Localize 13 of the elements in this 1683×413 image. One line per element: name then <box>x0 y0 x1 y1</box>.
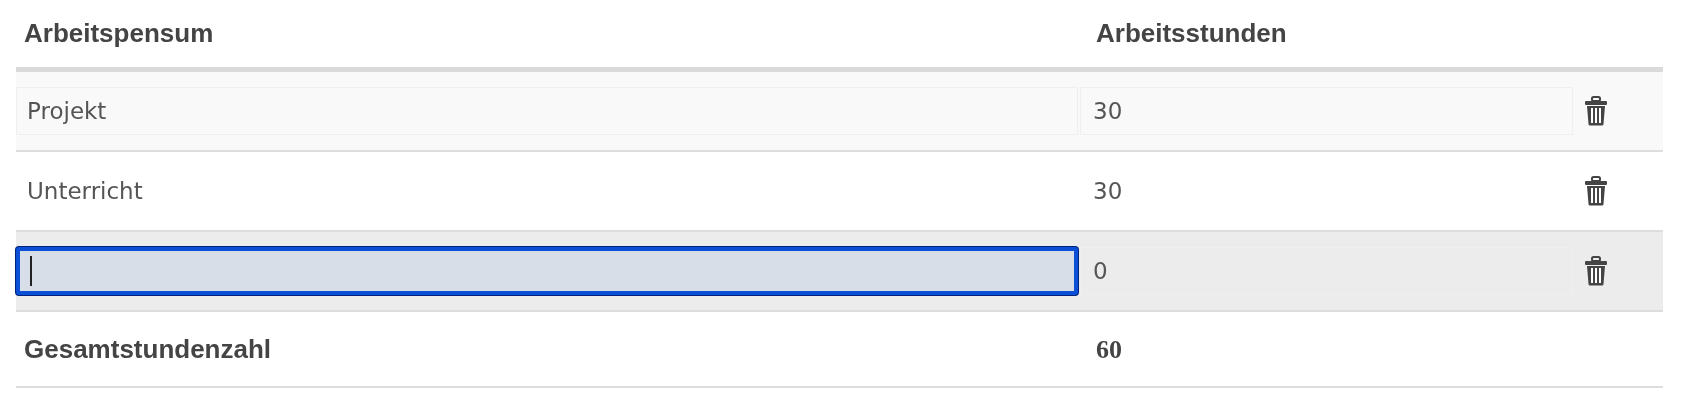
hours-field[interactable]: 30 <box>1080 87 1573 135</box>
trash-icon[interactable] <box>1583 96 1609 126</box>
name-field[interactable]: Unterricht <box>16 167 1078 215</box>
text-caret <box>30 256 32 286</box>
trash-icon[interactable] <box>1583 256 1609 286</box>
trash-icon[interactable] <box>1583 176 1609 206</box>
hours-field[interactable]: 30 <box>1080 167 1573 215</box>
name-field[interactable] <box>16 247 1078 295</box>
name-field[interactable]: Projekt <box>16 87 1078 135</box>
column-header: Arbeitspensum <box>24 18 214 48</box>
total-label: Gesamtstundenzahl <box>24 333 272 364</box>
column-header: Arbeitsstunden <box>1096 18 1287 48</box>
total-value: 60 <box>1096 334 1122 364</box>
